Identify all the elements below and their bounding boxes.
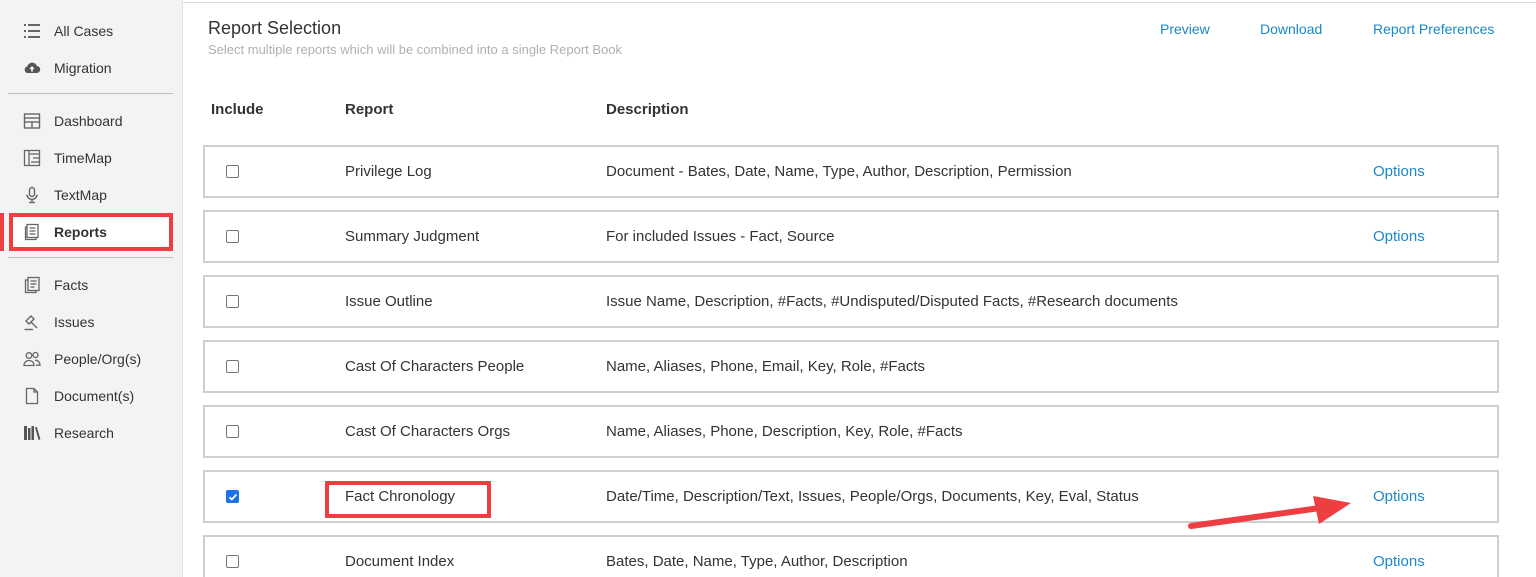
top-border [183, 2, 1536, 3]
report-row-privilege-log: Privilege Log Document - Bates, Date, Na… [203, 145, 1499, 198]
report-description: Bates, Date, Name, Type, Author, Descrip… [606, 553, 908, 570]
sidebar-item-label: TimeMap [54, 150, 112, 166]
preview-link[interactable]: Preview [1160, 21, 1210, 37]
report-name: Document Index [345, 553, 455, 570]
page-title: Report Selection [208, 18, 342, 38]
sidebar-divider [8, 257, 173, 258]
column-header-description: Description [606, 101, 689, 118]
report-description: Issue Name, Description, #Facts, #Undisp… [606, 293, 1178, 310]
sidebar-item-documents[interactable]: Document(s) [22, 383, 172, 409]
report-description: For included Issues - Fact, Source [606, 228, 835, 245]
options-link[interactable]: Options [1373, 488, 1425, 505]
download-link[interactable]: Download [1260, 21, 1322, 37]
sidebar-item-label: Dashboard [54, 113, 123, 129]
sidebar-item-label: Document(s) [54, 388, 135, 404]
sidebar-item-dashboard[interactable]: Dashboard [22, 108, 172, 134]
sidebar-item-research[interactable]: Research [22, 420, 172, 446]
sidebar-item-timemap[interactable]: TimeMap [22, 145, 172, 171]
sidebar-item-textmap[interactable]: TextMap [22, 182, 172, 208]
document-icon [22, 386, 42, 406]
sidebar-item-issues[interactable]: Issues [22, 309, 172, 335]
sidebar-item-migration[interactable]: Migration [22, 55, 172, 81]
reports-icon [22, 222, 42, 242]
report-row-cast-orgs: Cast Of Characters Orgs Name, Aliases, P… [203, 405, 1499, 458]
people-icon [22, 349, 42, 369]
microphone-icon [22, 185, 42, 205]
report-name: Cast Of Characters Orgs [345, 423, 511, 440]
include-checkbox-checked[interactable] [226, 490, 239, 503]
active-indicator [0, 213, 4, 251]
include-checkbox[interactable] [226, 295, 239, 308]
report-row-document-index: Document Index Bates, Date, Name, Type, … [203, 535, 1499, 577]
cloud-upload-icon [22, 58, 42, 78]
report-description: Date/Time, Description/Text, Issues, Peo… [606, 488, 1139, 505]
sidebar-item-people-orgs[interactable]: People/Org(s) [22, 346, 172, 372]
fact-chronology-highlight-box [325, 481, 491, 518]
sidebar-item-facts[interactable]: Facts [22, 272, 172, 298]
include-checkbox[interactable] [226, 555, 239, 568]
report-name: Cast Of Characters People [345, 358, 525, 375]
sidebar-item-label: People/Org(s) [54, 351, 142, 367]
report-preferences-link[interactable]: Report Preferences [1373, 21, 1494, 37]
facts-icon [22, 275, 42, 295]
sidebar-item-label: TextMap [54, 187, 107, 203]
column-header-include: Include [211, 101, 264, 118]
options-link[interactable]: Options [1373, 553, 1425, 570]
options-link[interactable]: Options [1373, 228, 1425, 245]
include-checkbox[interactable] [226, 360, 239, 373]
list-icon [22, 21, 42, 41]
sidebar: All Cases Migration Dashboard TimeMap Te… [0, 0, 183, 577]
page-subtitle: Select multiple reports which will be co… [208, 42, 623, 57]
checkmark-icon [228, 493, 237, 501]
options-link[interactable]: Options [1373, 163, 1425, 180]
red-arrow-icon [1188, 496, 1351, 529]
sidebar-item-label: Issues [54, 314, 95, 330]
sidebar-item-label: Facts [54, 277, 89, 293]
report-row-cast-people: Cast Of Characters People Name, Aliases,… [203, 340, 1499, 393]
report-row-summary-judgment: Summary Judgment For included Issues - F… [203, 210, 1499, 263]
sidebar-item-label: Migration [54, 60, 112, 76]
include-checkbox[interactable] [226, 230, 239, 243]
column-header-report: Report [345, 101, 394, 118]
report-description: Document - Bates, Date, Name, Type, Auth… [606, 163, 1072, 180]
report-name: Issue Outline [345, 293, 433, 310]
report-description: Name, Aliases, Phone, Email, Key, Role, … [606, 358, 926, 375]
timemap-icon [22, 148, 42, 168]
report-description: Name, Aliases, Phone, Description, Key, … [606, 423, 963, 440]
include-checkbox[interactable] [226, 165, 239, 178]
library-icon [22, 423, 42, 443]
gavel-icon [22, 312, 42, 332]
sidebar-item-label: All Cases [54, 23, 114, 39]
sidebar-item-label: Reports [54, 224, 107, 240]
sidebar-divider [8, 93, 173, 94]
report-name: Summary Judgment [345, 228, 480, 245]
include-checkbox[interactable] [226, 425, 239, 438]
report-row-issue-outline: Issue Outline Issue Name, Description, #… [203, 275, 1499, 328]
sidebar-item-reports[interactable]: Reports [22, 219, 172, 245]
sidebar-item-all-cases[interactable]: All Cases [22, 18, 172, 44]
report-name: Privilege Log [345, 163, 432, 180]
sidebar-item-label: Research [54, 425, 114, 441]
dashboard-icon [22, 111, 42, 131]
